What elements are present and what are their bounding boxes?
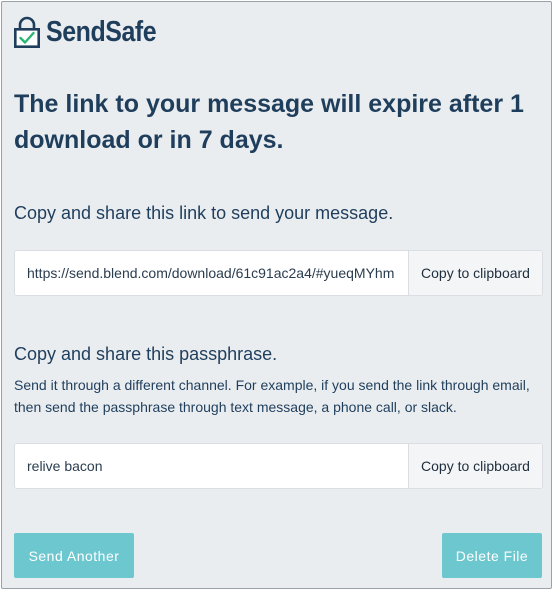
- brand-name: SendSafe: [46, 15, 157, 48]
- send-another-button[interactable]: Send Another: [14, 533, 134, 578]
- passphrase-input[interactable]: [15, 444, 408, 488]
- padlock-check-icon: [14, 16, 40, 48]
- passphrase-section-heading: Copy and share this passphrase.: [14, 344, 278, 364]
- copy-passphrase-button[interactable]: Copy to clipboard: [408, 444, 542, 488]
- copy-link-button[interactable]: Copy to clipboard: [408, 251, 542, 295]
- header: SendSafe: [14, 16, 174, 48]
- passphrase-copy-row: Copy to clipboard: [14, 443, 543, 489]
- page-title: The link to your message will expire aft…: [14, 90, 524, 154]
- delete-file-button[interactable]: Delete File: [442, 533, 542, 578]
- share-link-input[interactable]: [15, 251, 408, 295]
- passphrase-description: Send it through a different channel. For…: [14, 377, 530, 415]
- link-copy-row: Copy to clipboard: [14, 250, 543, 296]
- app-window: SendSafe The link to your message will e…: [1, 1, 552, 589]
- link-section-heading: Copy and share this link to send your me…: [14, 203, 394, 223]
